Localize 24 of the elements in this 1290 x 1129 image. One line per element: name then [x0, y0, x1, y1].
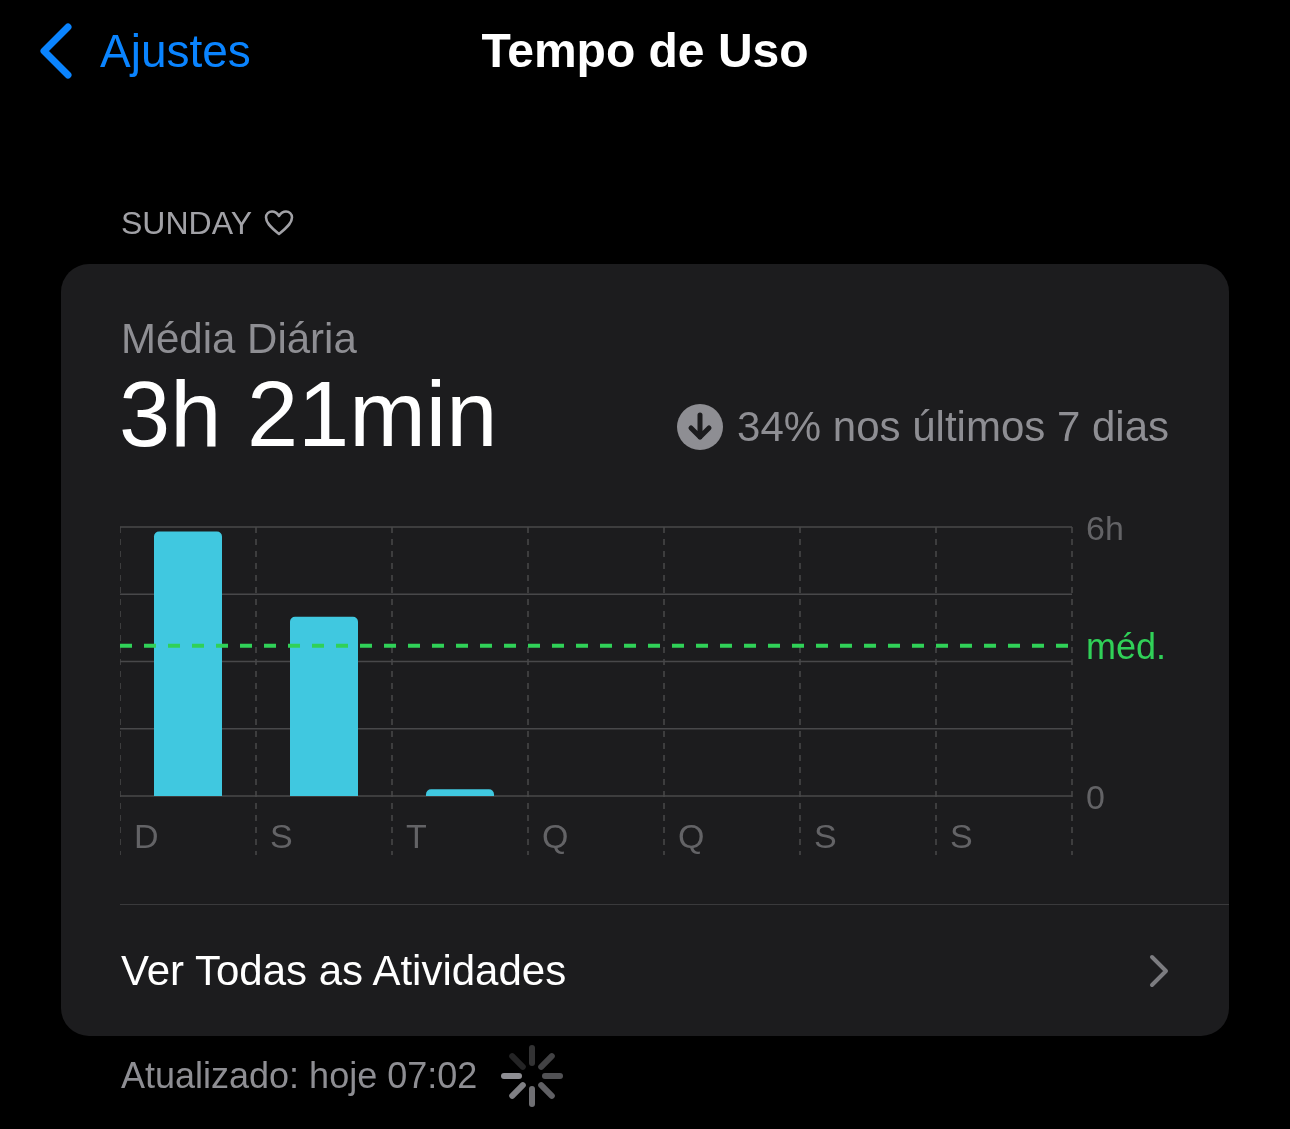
trend-text: 34% nos últimos 7 dias [737, 402, 1169, 452]
screen-title: Tempo de Uso [481, 23, 809, 79]
section-header: SUNDAY [121, 204, 252, 243]
chevron-right-icon [1149, 953, 1169, 988]
axis-label: S [814, 817, 837, 855]
arrow-down-circle-icon [677, 403, 724, 450]
axis-label: T [406, 817, 427, 855]
axis-label: D [134, 817, 159, 855]
card-label: Média Diária [120, 314, 358, 364]
all-activity-row[interactable]: Ver Todas as Atividades [61, 905, 1229, 1036]
average-label: méd. [1086, 625, 1167, 667]
axis-label: S [270, 817, 293, 855]
heart-icon [264, 209, 294, 237]
updated-text: Atualizado: hoje 07:02 [121, 1054, 478, 1098]
axis-label: 6h [1086, 510, 1124, 547]
bar [426, 789, 494, 796]
back-link[interactable]: Ajustes [38, 16, 251, 86]
axis-label: Q [678, 817, 705, 855]
axis-label: 0 [1086, 778, 1105, 816]
chevron-left-icon [38, 23, 72, 79]
axis-label: Q [542, 817, 569, 855]
daily-average: 3h 21min [119, 364, 498, 464]
spinner-icon [501, 1045, 564, 1107]
axis-label: S [950, 817, 973, 855]
